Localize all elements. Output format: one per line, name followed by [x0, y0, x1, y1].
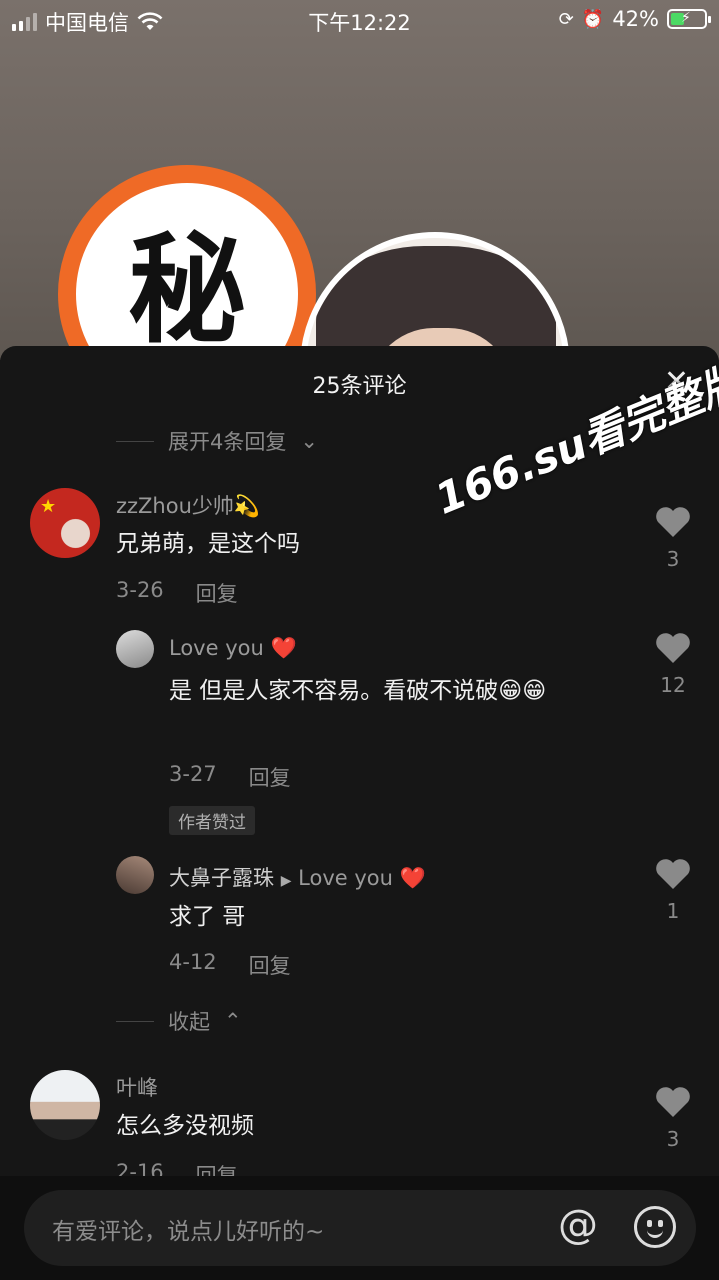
- expand-label: 展开4条回复: [168, 430, 287, 454]
- comment-meta: 4-12 回复: [169, 950, 291, 980]
- battery-icon: ⚡: [667, 9, 711, 29]
- badge-char: 秘: [127, 220, 246, 359]
- like-count: 3: [666, 1127, 680, 1151]
- comment-text: 怎么多没视频: [116, 1113, 254, 1139]
- like-count: 1: [666, 899, 680, 923]
- reply-button[interactable]: 回复: [196, 578, 238, 608]
- avatar[interactable]: [116, 630, 154, 668]
- comment-text: 求了 哥: [169, 904, 246, 930]
- like-count: 3: [666, 547, 680, 571]
- comment-username[interactable]: 叶峰: [116, 1072, 158, 1102]
- chevron-down-icon: ⌄: [300, 429, 318, 453]
- comment-text: 兄弟萌，是这个吗: [116, 531, 300, 557]
- comment-sheet: 25条评论 ✕ 展开4条回复 ⌄ ★ zzZhou少帅💫 兄弟萌，是这个吗 3-2…: [0, 346, 719, 1280]
- play-arrow-icon: ▶: [280, 873, 292, 889]
- like-button[interactable]: 12: [648, 632, 698, 697]
- heart-icon: [656, 859, 690, 889]
- collapse-label: 收起: [168, 1010, 210, 1034]
- avatar[interactable]: ★: [30, 488, 100, 558]
- comment-username[interactable]: zzZhou少帅💫: [116, 490, 260, 520]
- collapse-replies-button[interactable]: 收起 ⌃: [116, 1006, 242, 1036]
- comment-date: 3-26: [116, 578, 164, 602]
- comment-input-bar: 有爱评论，说点儿好听的~ @: [0, 1176, 719, 1280]
- author-liked-badge: 作者赞过: [169, 806, 255, 835]
- like-button[interactable]: 3: [648, 506, 698, 571]
- like-count: 12: [660, 673, 686, 697]
- avatar[interactable]: [116, 856, 154, 894]
- rotation-lock-icon: ⟳: [558, 8, 574, 30]
- heart-icon: [656, 633, 690, 663]
- alarm-icon: ⏰: [581, 8, 605, 30]
- comment-input[interactable]: 有爱评论，说点儿好听的~ @: [24, 1190, 696, 1266]
- status-bar: 中国电信 下午12:22 ⟳ ⏰ 42% ⚡: [0, 0, 719, 40]
- heart-icon: [656, 1087, 690, 1117]
- reply-button[interactable]: 回复: [249, 762, 291, 792]
- comment-text: 是 但是人家不容易。看破不说破😁😁: [169, 678, 547, 704]
- avatar[interactable]: [30, 1070, 100, 1140]
- like-button[interactable]: 3: [648, 1086, 698, 1151]
- comment-username[interactable]: 大鼻子露珠 ▶ Love you ❤️: [169, 862, 426, 892]
- emoji-icon[interactable]: [634, 1206, 676, 1248]
- battery-percent: 42%: [612, 7, 659, 31]
- heart-icon: [656, 507, 690, 537]
- chevron-up-icon: ⌃: [224, 1009, 242, 1033]
- comment-meta: 3-27 回复: [169, 762, 291, 792]
- expand-replies-button[interactable]: 展开4条回复 ⌄: [116, 426, 318, 456]
- comment-meta: 3-26 回复: [116, 578, 238, 608]
- comment-username[interactable]: Love you ❤️: [169, 636, 297, 661]
- secret-badge: 秘: [58, 165, 316, 360]
- comment-date: 3-27: [169, 762, 217, 786]
- reply-button[interactable]: 回复: [249, 950, 291, 980]
- at-mention-icon[interactable]: @: [558, 1202, 598, 1248]
- input-placeholder: 有爱评论，说点儿好听的~: [52, 1219, 325, 1245]
- video-face-image: [300, 232, 570, 360]
- like-button[interactable]: 1: [648, 858, 698, 923]
- video-background[interactable]: 秘: [0, 0, 719, 360]
- comment-date: 4-12: [169, 950, 217, 974]
